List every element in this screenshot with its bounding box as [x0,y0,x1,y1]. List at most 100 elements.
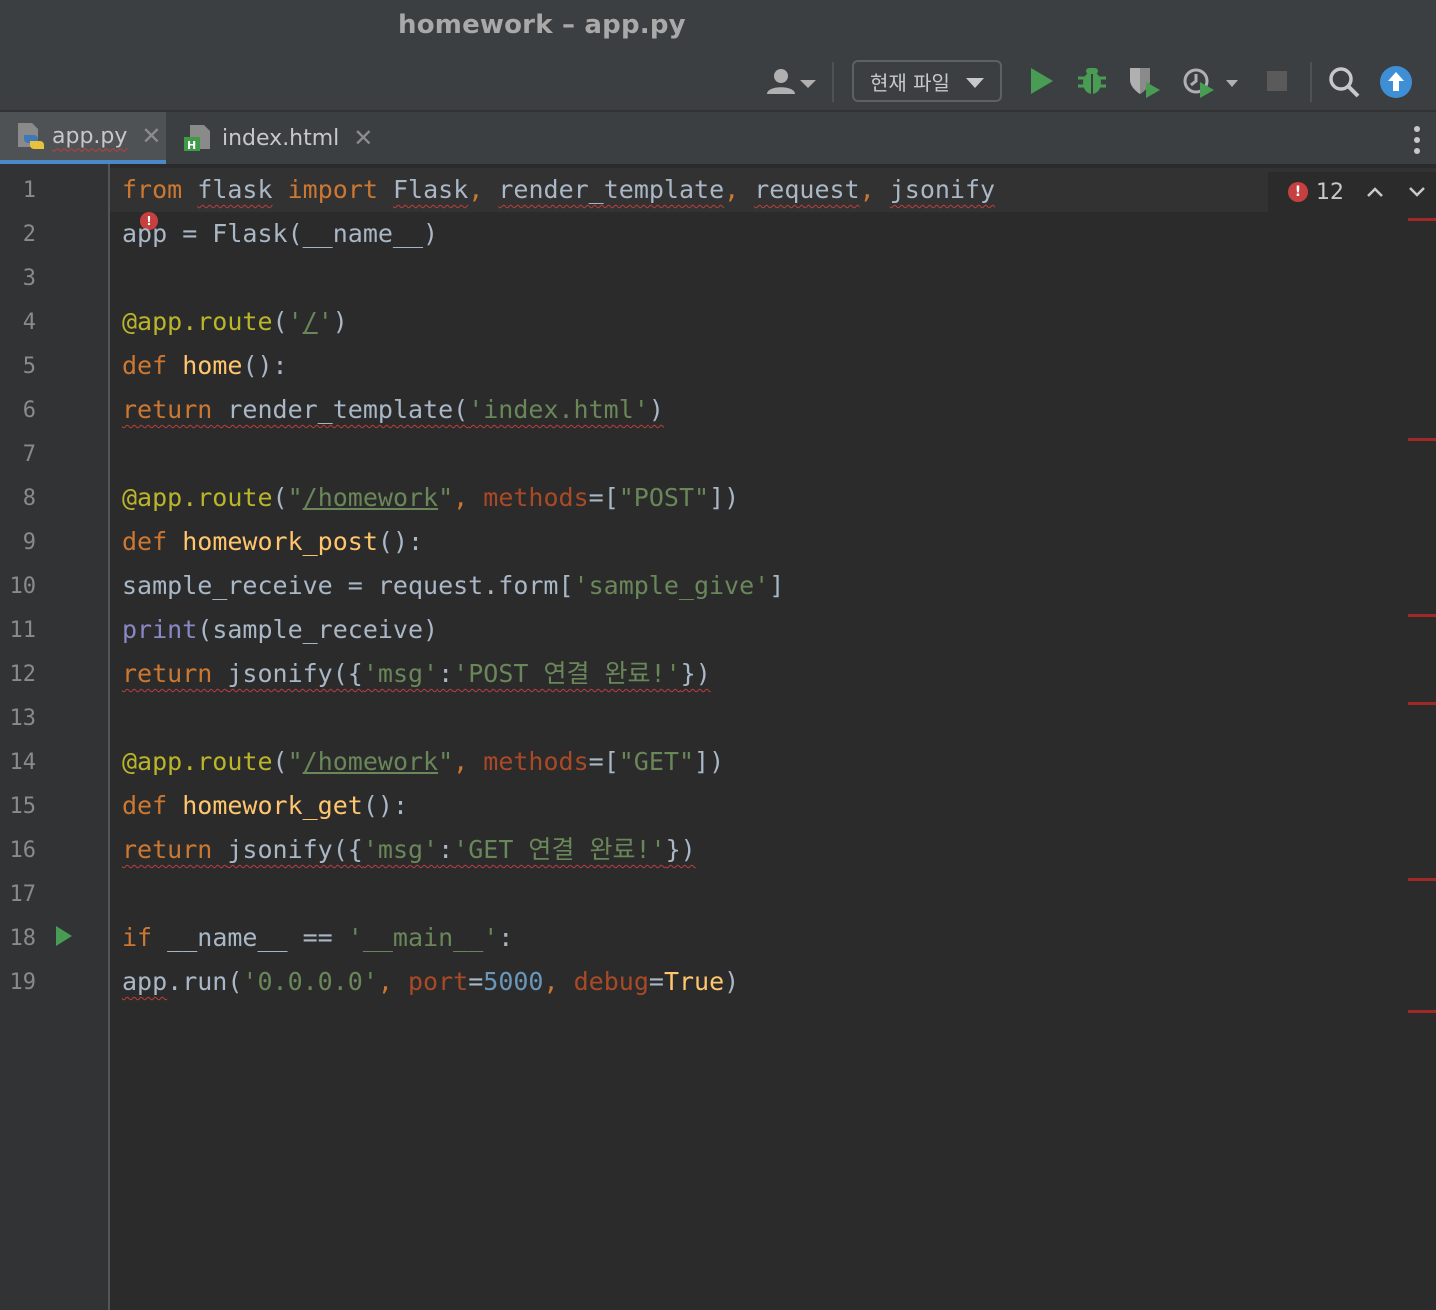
token: app [122,967,168,996]
token: ' [287,307,303,336]
token: : [438,659,454,688]
token: sample_receive [122,571,333,600]
token: = Flask(__name__) [167,219,439,248]
token: (): [377,527,424,556]
token: homework_post [182,527,378,556]
coverage-icon[interactable] [1126,64,1162,100]
run-icon[interactable] [1026,66,1056,96]
code-line-18: if __name__ == '__main__': [122,916,513,960]
update-icon[interactable] [1378,64,1414,100]
code-line-1: from flask import Flask, render_template… [122,168,995,212]
line-number: 13 [9,706,37,731]
error-stripe-marker[interactable] [1408,1010,1436,1013]
close-icon[interactable]: ✕ [353,124,373,152]
html-file-icon: H [184,123,214,153]
profile-icon[interactable] [1180,64,1242,100]
line-number: 4 [22,310,36,335]
token: : [498,923,514,952]
token: =[ [588,483,619,512]
line-number: 11 [9,618,37,643]
line-number: 3 [22,266,36,291]
token: 'msg' [362,659,439,688]
tab-app-py[interactable]: app.py ✕ [0,112,166,164]
line-number: 16 [9,838,37,863]
error-icon: ! [1288,182,1308,202]
token: app [122,219,168,248]
code-line-10: sample_receive = request.form['sample_gi… [122,564,784,608]
token: True [663,967,725,996]
token: ]) [694,747,725,776]
line-number: 5 [22,354,36,379]
line-number: 14 [9,750,37,775]
error-stripe-marker[interactable] [1408,614,1436,617]
token: (): [362,791,408,820]
token: if [122,923,153,952]
toolbar-separator [832,62,834,102]
token: flask [197,175,273,204]
title-bar: homework – app.py 현재 파일 [0,0,1436,110]
token: ) [332,307,348,336]
line-number: 7 [22,442,36,467]
token: = [648,967,664,996]
token: return [122,395,213,424]
debug-icon[interactable] [1076,64,1108,98]
token: jsonify({ [227,659,363,688]
inspection-widget[interactable]: ! 12 [1268,172,1436,212]
line-number: 10 [9,574,37,599]
run-config-dropdown[interactable]: 현재 파일 [852,60,1002,102]
code-line-6: return render_template('index.html') [122,388,664,432]
more-options-icon[interactable] [1414,126,1420,159]
token: 'index.html' [468,395,649,424]
error-stripe-marker[interactable] [1408,702,1436,705]
code-line-19: app.run('0.0.0.0', port=5000, debug=True… [122,960,739,1004]
search-icon[interactable] [1326,64,1362,100]
token: 'sample_give' [573,571,770,600]
token: /homework [302,747,439,776]
line-number: 1 [22,178,36,203]
token: , [859,175,890,204]
token: =[ [588,747,619,776]
chevron-up-icon[interactable] [1366,186,1384,198]
error-stripe-marker[interactable] [1408,218,1436,221]
token: : [438,835,454,864]
token: (sample_receive) [197,615,439,644]
token: ] [769,571,785,600]
token: /homework [302,483,439,512]
token: (): [242,351,288,380]
token: methods [483,483,589,512]
code-line-9: def homework_post(): [122,520,423,564]
chevron-down-icon[interactable] [1408,186,1426,198]
token: 'GET 연결 완료!' [453,835,666,864]
token: , [377,967,408,996]
token: port [408,967,469,996]
token: , [724,175,755,204]
token: def [122,527,168,556]
token: "GET" [618,747,695,776]
token: methods [483,747,589,776]
run-gutter-icon[interactable] [54,924,74,952]
code-editor[interactable]: 1 2 3 4 5 6 7 8 9 10 11 12 13 14 15 16 1… [0,164,1436,1310]
token: return [122,659,213,688]
token: , [453,747,484,776]
line-number: 15 [9,794,37,819]
token: ' [317,307,333,336]
tab-index-html[interactable]: H index.html ✕ [184,112,384,164]
line-number: 8 [22,486,36,511]
token: home [182,351,243,380]
error-stripe-marker[interactable] [1408,438,1436,441]
python-file-icon [16,121,44,151]
error-stripe-marker[interactable] [1408,878,1436,881]
stop-icon[interactable] [1266,70,1288,92]
line-number: 9 [22,530,36,555]
code-line-12: return jsonify({'msg':'POST 연결 완료!'}) [122,652,711,696]
code-line-4: @app.route('/') [122,300,348,344]
user-icon[interactable] [764,66,820,100]
token: from [122,175,183,204]
close-icon[interactable]: ✕ [141,122,161,150]
code-line-11: print(sample_receive) [122,608,438,652]
token: @app.route [122,307,273,336]
tab-label: app.py [52,123,128,149]
